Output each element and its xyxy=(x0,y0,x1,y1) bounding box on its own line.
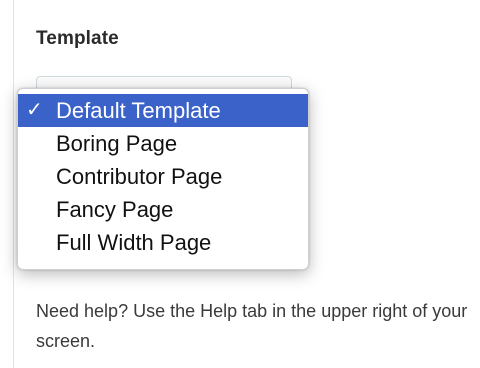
menu-item-label: Boring Page xyxy=(56,131,178,156)
menu-item-fancy-page[interactable]: Fancy Page xyxy=(18,193,308,226)
checkmark-icon: ✓ xyxy=(26,99,43,121)
template-heading: Template xyxy=(36,28,119,49)
menu-item-label: Fancy Page xyxy=(56,197,174,222)
menu-item-contributor-page[interactable]: Contributor Page xyxy=(18,160,308,193)
panel-divider xyxy=(13,0,14,368)
template-dropdown-menu: ✓ Default Template Boring Page Contribut… xyxy=(17,88,309,270)
menu-item-default-template[interactable]: ✓ Default Template xyxy=(18,94,308,127)
menu-item-full-width-page[interactable]: Full Width Page xyxy=(18,226,308,259)
menu-item-label: Contributor Page xyxy=(56,164,223,189)
menu-item-label: Default Template xyxy=(56,98,221,123)
menu-item-boring-page[interactable]: Boring Page xyxy=(18,127,308,160)
menu-item-label: Full Width Page xyxy=(56,230,212,255)
help-text: Need help? Use the Help tab in the upper… xyxy=(36,301,468,351)
